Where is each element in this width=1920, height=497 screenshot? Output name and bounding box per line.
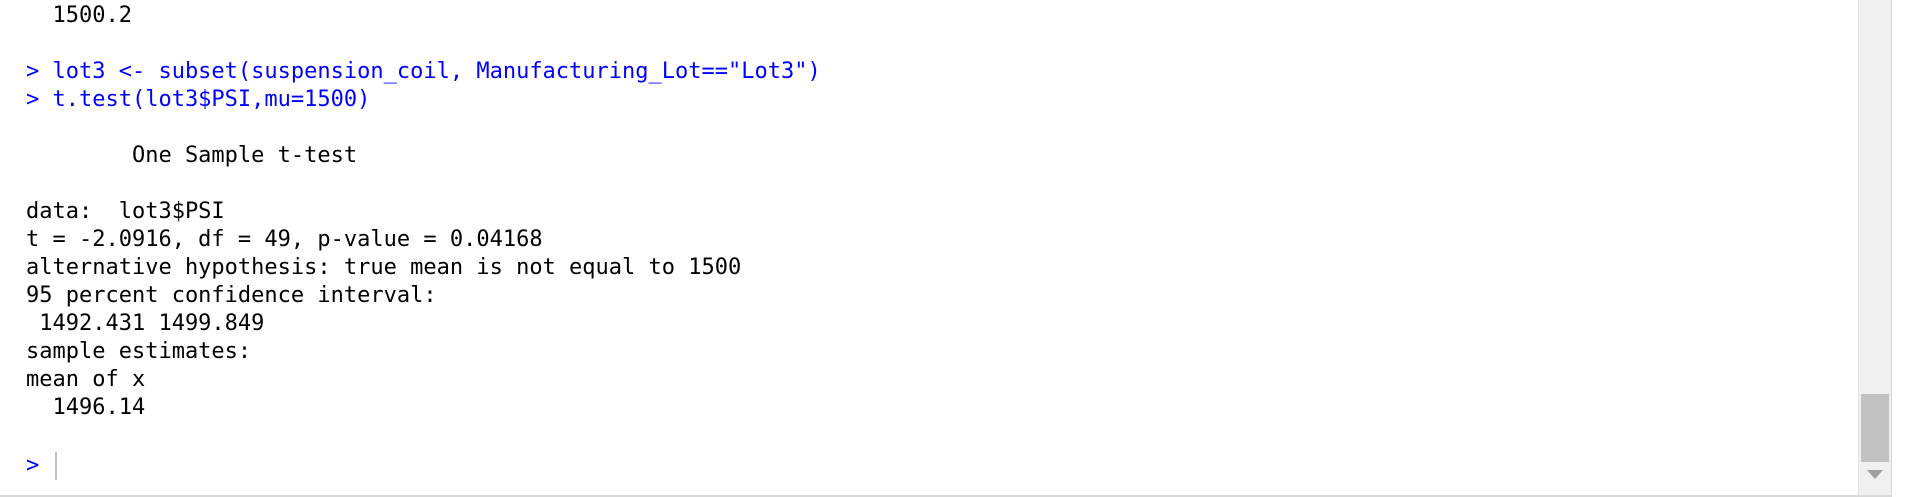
vertical-scrollbar[interactable] bbox=[1858, 0, 1891, 495]
output-line-hypothesis: alternative hypothesis: true mean is not… bbox=[26, 255, 742, 280]
output-line-test-title: One Sample t-test bbox=[26, 143, 358, 168]
output-line-mean-value: 1496.14 bbox=[26, 395, 146, 420]
output-line-statistics: t = -2.0916, df = 49, p-value = 0.04168 bbox=[26, 227, 543, 252]
text-cursor bbox=[55, 452, 57, 480]
command-line-subset: > lot3 <- subset(suspension_coil, Manufa… bbox=[26, 59, 821, 84]
output-line: 1500.2 bbox=[26, 3, 132, 28]
scrollbar-thumb[interactable] bbox=[1861, 394, 1889, 462]
output-line-mean-label: mean of x bbox=[26, 367, 146, 392]
scroll-down-arrow-icon[interactable] bbox=[1867, 470, 1883, 479]
console-prompt[interactable]: > bbox=[26, 452, 53, 480]
command-line-ttest: > t.test(lot3$PSI,mu=1500) bbox=[26, 87, 371, 112]
output-line-data: data: lot3$PSI bbox=[26, 199, 225, 224]
r-console[interactable]: 1500.2 > lot3 <- subset(suspension_coil,… bbox=[0, 0, 1858, 495]
output-line-ci-label: 95 percent confidence interval: bbox=[26, 283, 437, 308]
output-line-estimates-label: sample estimates: bbox=[26, 339, 252, 364]
output-line-ci-values: 1492.431 1499.849 bbox=[26, 311, 265, 336]
pane-gutter bbox=[1891, 0, 1920, 497]
